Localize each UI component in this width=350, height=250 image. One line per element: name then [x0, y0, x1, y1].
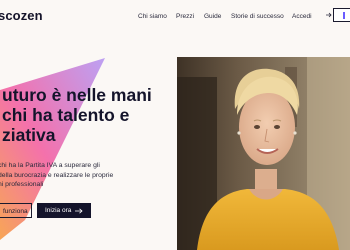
- start-now-button[interactable]: Inizia ora: [37, 203, 91, 218]
- hero-description-line-3: ni professionali: [0, 181, 44, 188]
- hero-portrait-photo: [177, 57, 350, 250]
- hero-headline-line-1: uturo è nelle mani: [2, 85, 152, 105]
- top-nav: scozen Chi siamo Prezzi Guide Storie di …: [0, 0, 350, 34]
- hero-headline-line-2: chi ha talento e: [2, 105, 130, 125]
- brand-logo[interactable]: scozen: [0, 8, 43, 23]
- header-cta-button[interactable]: [333, 8, 350, 22]
- cta-accent-mark: [343, 12, 345, 19]
- hero-description: chi ha la Partita IVA a superare gli del…: [0, 161, 138, 190]
- how-it-works-button[interactable]: funziona: [0, 203, 32, 218]
- start-now-label: Inizia ora: [45, 206, 72, 214]
- arrow-right-icon: [75, 207, 83, 214]
- hero-description-line-1: chi ha la Partita IVA a superare gli: [0, 162, 100, 169]
- hero-description-line-2: della burocrazia e realizzare le proprie: [0, 171, 114, 179]
- nav-link-accedi[interactable]: Accedi: [292, 13, 312, 20]
- nav-link-prezzi[interactable]: Prezzi: [176, 13, 194, 20]
- nav-link-guide[interactable]: Guide: [204, 13, 221, 20]
- hero-headline: uturo è nelle mani chi ha talento e ziat…: [2, 85, 152, 145]
- nav-link-chi-siamo[interactable]: Chi siamo: [138, 13, 167, 20]
- arrow-right-icon: [326, 12, 332, 18]
- nav-link-storie-di-successo[interactable]: Storie di successo: [231, 13, 284, 20]
- hero-headline-line-3: ziativa: [2, 125, 56, 145]
- how-it-works-label: funziona: [3, 207, 28, 215]
